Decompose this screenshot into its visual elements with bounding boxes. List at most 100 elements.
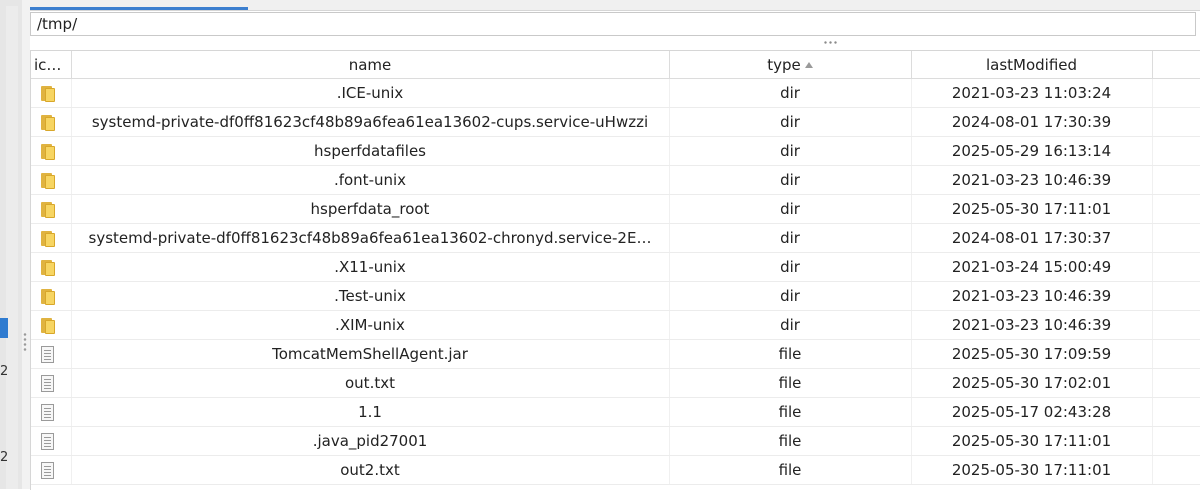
folder-icon — [41, 259, 56, 276]
cell-name: 1.1 — [71, 397, 670, 427]
cell-lastmodified: 2025-05-30 17:11:01 — [911, 455, 1153, 485]
cell-lastmodified: 2024-08-01 17:30:39 — [911, 107, 1153, 137]
column-header-type[interactable]: type — [669, 51, 912, 79]
cell-lastmodified: 2021-03-23 11:03:24 — [911, 78, 1153, 108]
cell-lastmodified: 2025-05-30 17:09:59 — [911, 339, 1153, 369]
icon-cell — [31, 455, 72, 485]
cell-type: dir — [669, 223, 912, 253]
table-row[interactable]: hsperfdata_root dir 2025-05-30 17:11:01 — [31, 194, 1200, 224]
cell-filler — [1152, 368, 1200, 398]
cell-filler — [1152, 455, 1200, 485]
cell-filler — [1152, 165, 1200, 195]
cell-filler — [1152, 310, 1200, 340]
folder-icon — [41, 288, 56, 305]
cell-type: dir — [669, 107, 912, 137]
resize-grip-icon[interactable] — [823, 40, 839, 45]
cell-type: file — [669, 455, 912, 485]
icon-cell — [31, 339, 72, 369]
table-row[interactable]: .ICE-unix dir 2021-03-23 11:03:24 — [31, 78, 1200, 108]
column-header-name[interactable]: name — [71, 51, 670, 79]
icon-cell — [31, 194, 72, 224]
cell-lastmodified: 2025-05-17 02:43:28 — [911, 397, 1153, 427]
left-panel-number: 2 — [0, 450, 9, 465]
panel-splitter[interactable] — [22, 0, 30, 489]
cell-name: systemd-private-df0ff81623cf48b89a6fea61… — [71, 223, 670, 253]
left-panel-number: 2 — [0, 364, 9, 379]
folder-icon — [41, 172, 56, 189]
cell-filler — [1152, 136, 1200, 166]
cell-type: dir — [669, 281, 912, 311]
column-header-lastmodified[interactable]: lastModified — [911, 51, 1153, 79]
cell-name: hsperfdata_root — [71, 194, 670, 224]
cell-type: dir — [669, 136, 912, 166]
cell-type: dir — [669, 78, 912, 108]
folder-icon — [41, 85, 56, 102]
cell-name: out2.txt — [71, 455, 670, 485]
folder-icon — [41, 143, 56, 160]
splitter-grip-icon[interactable] — [22, 332, 28, 352]
icon-cell — [31, 165, 72, 195]
cell-filler — [1152, 281, 1200, 311]
left-panel-scrollbar[interactable] — [6, 6, 18, 489]
table-row[interactable]: 1.1 file 2025-05-17 02:43:28 — [31, 397, 1200, 427]
icon-cell — [31, 368, 72, 398]
table-row[interactable]: TomcatMemShellAgent.jar file 2025-05-30 17… — [31, 339, 1200, 369]
cell-filler — [1152, 78, 1200, 108]
icon-cell — [31, 107, 72, 137]
icon-cell — [31, 281, 72, 311]
folder-icon — [41, 201, 56, 218]
cell-type: file — [669, 339, 912, 369]
icon-cell — [31, 310, 72, 340]
path-input[interactable] — [30, 12, 1196, 36]
table-row[interactable]: systemd-private-df0ff81623cf48b89a6fea61… — [31, 223, 1200, 253]
table-row[interactable]: .X11-unix dir 2021-03-24 15:00:49 — [31, 252, 1200, 282]
cell-lastmodified: 2021-03-23 10:46:39 — [911, 310, 1153, 340]
cell-filler — [1152, 426, 1200, 456]
cell-name: .XIM-unix — [71, 310, 670, 340]
file-icon — [41, 375, 54, 392]
table-row[interactable]: .XIM-unix dir 2021-03-23 10:46:39 — [31, 310, 1200, 340]
cell-name: hsperfdatafiles — [71, 136, 670, 166]
left-panel-selection-marker — [0, 318, 8, 338]
left-panel-strip: 2 2 — [0, 0, 23, 489]
icon-cell — [31, 223, 72, 253]
cell-filler — [1152, 107, 1200, 137]
table-row[interactable]: out2.txt file 2025-05-30 17:11:01 — [31, 455, 1200, 485]
cell-lastmodified: 2025-05-29 16:13:14 — [911, 136, 1153, 166]
folder-icon — [41, 230, 56, 247]
cell-type: dir — [669, 194, 912, 224]
column-header-type-label: type — [767, 55, 801, 74]
table-row[interactable]: .java_pid27001 file 2025-05-30 17:11:01 — [31, 426, 1200, 456]
folder-icon — [41, 317, 56, 334]
table-row[interactable]: systemd-private-df0ff81623cf48b89a6fea61… — [31, 107, 1200, 137]
column-header-icon[interactable]: icon — [31, 51, 72, 79]
cell-filler — [1152, 397, 1200, 427]
cell-lastmodified: 2021-03-24 15:00:49 — [911, 252, 1153, 282]
cell-filler — [1152, 223, 1200, 253]
cell-lastmodified: 2021-03-23 10:46:39 — [911, 165, 1153, 195]
file-icon — [41, 346, 54, 363]
cell-lastmodified: 2025-05-30 17:02:01 — [911, 368, 1153, 398]
cell-filler — [1152, 194, 1200, 224]
cell-type: dir — [669, 252, 912, 282]
cell-type: dir — [669, 310, 912, 340]
file-icon — [41, 433, 54, 450]
cell-filler — [1152, 339, 1200, 369]
tab-active-indicator[interactable] — [30, 7, 248, 10]
cell-name: .Test-unix — [71, 281, 670, 311]
icon-cell — [31, 136, 72, 166]
cell-type: file — [669, 368, 912, 398]
table-row[interactable]: out.txt file 2025-05-30 17:02:01 — [31, 368, 1200, 398]
table-row[interactable]: hsperfdatafiles dir 2025-05-29 16:13:14 — [31, 136, 1200, 166]
cell-lastmodified: 2021-03-23 10:46:39 — [911, 281, 1153, 311]
table-row[interactable]: .Test-unix dir 2021-03-23 10:46:39 — [31, 281, 1200, 311]
file-table: icon name type lastModified .ICE-unix dir… — [30, 50, 1200, 490]
icon-cell — [31, 252, 72, 282]
folder-icon — [41, 114, 56, 131]
cell-name: out.txt — [71, 368, 670, 398]
table-row[interactable]: .font-unix dir 2021-03-23 10:46:39 — [31, 165, 1200, 195]
file-icon — [41, 462, 54, 479]
cell-type: dir — [669, 165, 912, 195]
icon-cell — [31, 78, 72, 108]
cell-name: systemd-private-df0ff81623cf48b89a6fea61… — [71, 107, 670, 137]
